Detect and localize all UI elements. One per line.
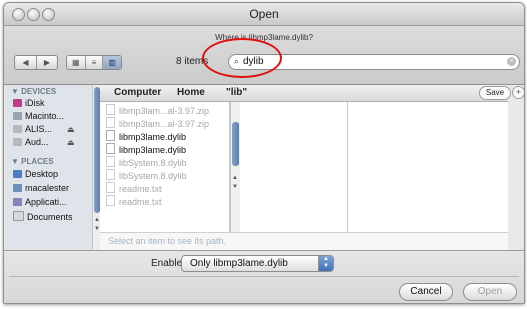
list-item[interactable]: libmp3lame.dylib xyxy=(106,130,186,143)
sidebar-item-macintosh-hd[interactable]: Macinto... xyxy=(13,111,64,121)
nav-buttons: ◀ ▶ xyxy=(14,55,58,70)
external-drive-icon xyxy=(13,138,22,146)
results-scrollbar[interactable]: ▲ ▼ xyxy=(230,102,240,232)
title-bar[interactable]: Open xyxy=(4,3,524,26)
dylib-file-icon xyxy=(106,156,115,167)
view-mode-buttons: ▦ ≡ ▥ xyxy=(66,55,122,70)
desktop-icon xyxy=(13,170,22,178)
divider xyxy=(9,276,519,277)
popup-arrows-icon: ▲ ▼ xyxy=(318,256,333,271)
file-name: libmp3lam...al-3.97.zip xyxy=(119,119,210,129)
cancel-button[interactable]: Cancel xyxy=(399,283,453,301)
list-item[interactable]: readme.txt xyxy=(106,182,162,195)
list-item[interactable]: libmp3lam...al-3.97.zip xyxy=(106,117,209,130)
open-button[interactable]: Open xyxy=(463,283,517,301)
column-view-pane-3 xyxy=(348,102,508,232)
zip-file-icon xyxy=(106,117,115,128)
scroll-up-arrow-icon[interactable]: ▲ xyxy=(232,175,238,181)
scope-home[interactable]: Home xyxy=(177,87,205,98)
scroll-down-arrow-icon[interactable]: ▼ xyxy=(232,184,238,190)
column-view-button[interactable]: ▥ xyxy=(103,56,121,69)
hard-drive-icon xyxy=(13,112,22,120)
zip-file-icon xyxy=(106,104,115,115)
home-icon xyxy=(13,184,22,192)
file-name: readme.txt xyxy=(119,184,162,194)
file-name: libmp3lam...al-3.97.zip xyxy=(119,106,210,116)
sidebar-item-label: Desktop xyxy=(25,169,59,179)
sidebar-header-places: ▼ PLACES xyxy=(11,157,54,166)
path-hint-bar: Select an item to see its path. xyxy=(100,232,508,250)
text-file-icon xyxy=(106,182,115,193)
enable-label: Enable: xyxy=(151,258,185,269)
list-item[interactable]: libSystem.8.dylib xyxy=(106,169,187,182)
results-scroll-thumb[interactable] xyxy=(232,122,239,166)
sidebar-item-label: macalester xyxy=(25,183,70,193)
forward-button[interactable]: ▶ xyxy=(37,56,57,69)
open-dialog-window: Open Where is libmp3lame.dylib? ◀ ▶ ▦ ≡ … xyxy=(3,2,525,304)
sidebar-item-label: Aud... xyxy=(25,137,49,147)
sidebar-item-label: Macinto... xyxy=(25,111,65,121)
file-results-column: libmp3lam...al-3.97.zip libmp3lam...al-3… xyxy=(100,102,230,232)
list-item[interactable]: libmp3lam...al-3.97.zip xyxy=(106,104,209,117)
sidebar-item-alis[interactable]: ALIS... xyxy=(13,124,52,134)
sidebar-item-label: ALIS... xyxy=(25,124,53,134)
path-hint-text: Select an item to see its path. xyxy=(108,236,227,246)
save-search-button[interactable]: Save xyxy=(479,86,511,100)
applications-icon xyxy=(13,198,22,206)
sidebar-item-documents[interactable]: Documents xyxy=(13,211,73,222)
sidebar-header-devices: ▼ DEVICES xyxy=(11,87,57,96)
documents-folder-icon xyxy=(13,211,24,221)
sidebar-item-label: Applicati... xyxy=(25,197,67,207)
file-name: readme.txt xyxy=(119,197,162,207)
search-scope-bar: Computer Home "lib" Save + xyxy=(100,85,524,102)
list-item[interactable]: libSystem.8.dylib xyxy=(106,156,187,169)
text-file-icon xyxy=(106,195,115,206)
sidebar-item-applications[interactable]: Applicati... xyxy=(13,197,67,207)
list-item[interactable]: readme.txt xyxy=(106,195,162,208)
scope-lib[interactable]: "lib" xyxy=(226,87,247,98)
file-name: libmp3lame.dylib xyxy=(119,132,187,142)
sidebar-item-label: Documents xyxy=(27,212,73,222)
red-annotation-circle xyxy=(202,38,282,78)
enable-popup-value: Only libmp3lame.dylib xyxy=(190,258,288,269)
back-button[interactable]: ◀ xyxy=(15,56,37,69)
list-view-button[interactable]: ≡ xyxy=(86,56,104,69)
eject-icon[interactable]: ⏏ xyxy=(67,125,75,134)
file-name: libmp3lame.dylib xyxy=(119,145,187,155)
sidebar-item-aud[interactable]: Aud... xyxy=(13,137,49,147)
add-criteria-button[interactable]: + xyxy=(512,86,524,99)
sidebar: ▼ DEVICES iDisk Macinto... ALIS... ⏏ Aud… xyxy=(5,85,93,250)
sidebar-item-macalester[interactable]: macalester xyxy=(13,183,69,193)
scope-computer[interactable]: Computer xyxy=(114,87,161,98)
file-name: libSystem.8.dylib xyxy=(119,158,187,168)
eject-icon[interactable]: ⏏ xyxy=(67,138,75,147)
sidebar-item-desktop[interactable]: Desktop xyxy=(13,169,58,179)
idisk-icon xyxy=(13,99,22,107)
dylib-file-icon xyxy=(106,143,115,154)
sidebar-item-idisk[interactable]: iDisk xyxy=(13,98,45,108)
dylib-file-icon xyxy=(106,130,115,141)
file-name: libSystem.8.dylib xyxy=(119,171,187,181)
icon-view-button[interactable]: ▦ xyxy=(67,56,86,69)
column-view-pane-2 xyxy=(240,102,348,232)
list-item[interactable]: libmp3lame.dylib xyxy=(106,143,186,156)
bottom-panel: Enable: Only libmp3lame.dylib ▲ ▼ Cancel … xyxy=(4,250,524,303)
external-drive-icon xyxy=(13,125,22,133)
enable-popup[interactable]: Only libmp3lame.dylib ▲ ▼ xyxy=(181,255,334,272)
sidebar-item-label: iDisk xyxy=(25,98,45,108)
dylib-file-icon xyxy=(106,169,115,180)
clear-search-icon[interactable]: × xyxy=(507,57,516,66)
window-title: Open xyxy=(249,7,279,21)
